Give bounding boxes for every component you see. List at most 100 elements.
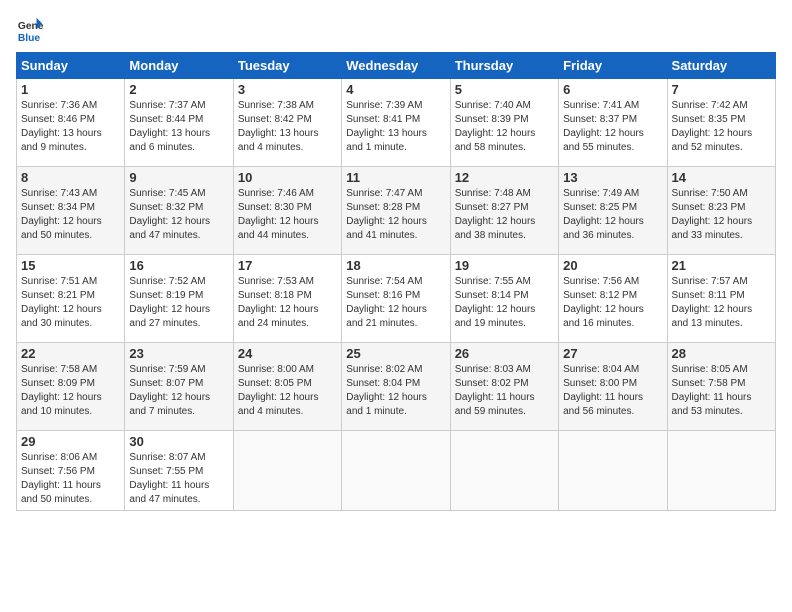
day-number: 21 (672, 258, 771, 273)
day-info: Sunrise: 7:58 AM Sunset: 8:09 PM Dayligh… (21, 363, 120, 419)
day-info: Sunrise: 8:03 AM Sunset: 8:02 PM Dayligh… (455, 363, 554, 419)
calendar-cell: 5 Sunrise: 7:40 AM Sunset: 8:39 PM Daylig… (450, 79, 558, 167)
svg-text:Blue: Blue (18, 33, 41, 44)
day-number: 18 (346, 258, 445, 273)
calendar-cell: 15 Sunrise: 7:51 AM Sunset: 8:21 PM Dayli… (17, 255, 125, 343)
calendar-header-sunday: Sunday (17, 53, 125, 79)
day-info: Sunrise: 7:37 AM Sunset: 8:44 PM Dayligh… (129, 99, 228, 155)
calendar-cell (233, 431, 341, 511)
day-number: 29 (21, 434, 120, 449)
calendar-week-row: 15 Sunrise: 7:51 AM Sunset: 8:21 PM Dayli… (17, 255, 776, 343)
day-info: Sunrise: 7:48 AM Sunset: 8:27 PM Dayligh… (455, 187, 554, 243)
calendar-cell: 12 Sunrise: 7:48 AM Sunset: 8:27 PM Dayli… (450, 167, 558, 255)
day-info: Sunrise: 7:41 AM Sunset: 8:37 PM Dayligh… (563, 99, 662, 155)
day-info: Sunrise: 8:06 AM Sunset: 7:56 PM Dayligh… (21, 451, 120, 507)
day-number: 26 (455, 346, 554, 361)
calendar-cell: 25 Sunrise: 8:02 AM Sunset: 8:04 PM Dayli… (342, 343, 450, 431)
day-number: 4 (346, 82, 445, 97)
day-info: Sunrise: 8:05 AM Sunset: 7:58 PM Dayligh… (672, 363, 771, 419)
day-info: Sunrise: 7:51 AM Sunset: 8:21 PM Dayligh… (21, 275, 120, 331)
day-info: Sunrise: 7:43 AM Sunset: 8:34 PM Dayligh… (21, 187, 120, 243)
day-number: 24 (238, 346, 337, 361)
day-info: Sunrise: 7:56 AM Sunset: 8:12 PM Dayligh… (563, 275, 662, 331)
day-number: 20 (563, 258, 662, 273)
logo: General Blue (16, 16, 48, 44)
day-info: Sunrise: 7:59 AM Sunset: 8:07 PM Dayligh… (129, 363, 228, 419)
day-info: Sunrise: 7:53 AM Sunset: 8:18 PM Dayligh… (238, 275, 337, 331)
calendar-cell (559, 431, 667, 511)
day-number: 3 (238, 82, 337, 97)
day-info: Sunrise: 8:04 AM Sunset: 8:00 PM Dayligh… (563, 363, 662, 419)
day-number: 19 (455, 258, 554, 273)
day-info: Sunrise: 7:47 AM Sunset: 8:28 PM Dayligh… (346, 187, 445, 243)
calendar-cell: 10 Sunrise: 7:46 AM Sunset: 8:30 PM Dayli… (233, 167, 341, 255)
calendar-header-saturday: Saturday (667, 53, 775, 79)
calendar-cell: 1Sunrise: 7:36 AM Sunset: 8:46 PM Daylig… (17, 79, 125, 167)
day-info: Sunrise: 7:49 AM Sunset: 8:25 PM Dayligh… (563, 187, 662, 243)
day-info: Sunrise: 7:54 AM Sunset: 8:16 PM Dayligh… (346, 275, 445, 331)
day-number: 17 (238, 258, 337, 273)
page-header: General Blue (16, 16, 776, 44)
calendar-table: SundayMondayTuesdayWednesdayThursdayFrid… (16, 52, 776, 511)
day-number: 14 (672, 170, 771, 185)
calendar-header-thursday: Thursday (450, 53, 558, 79)
calendar-cell: 20 Sunrise: 7:56 AM Sunset: 8:12 PM Dayli… (559, 255, 667, 343)
calendar-cell: 8Sunrise: 7:43 AM Sunset: 8:34 PM Daylig… (17, 167, 125, 255)
calendar-cell: 9Sunrise: 7:45 AM Sunset: 8:32 PM Daylig… (125, 167, 233, 255)
day-number: 25 (346, 346, 445, 361)
day-number: 16 (129, 258, 228, 273)
day-number: 7 (672, 82, 771, 97)
day-number: 15 (21, 258, 120, 273)
day-info: Sunrise: 8:07 AM Sunset: 7:55 PM Dayligh… (129, 451, 228, 507)
calendar-cell (667, 431, 775, 511)
calendar-cell (450, 431, 558, 511)
calendar-cell: 23 Sunrise: 7:59 AM Sunset: 8:07 PM Dayli… (125, 343, 233, 431)
calendar-cell: 11Sunrise: 7:47 AM Sunset: 8:28 PM Dayli… (342, 167, 450, 255)
calendar-header-friday: Friday (559, 53, 667, 79)
day-info: Sunrise: 7:50 AM Sunset: 8:23 PM Dayligh… (672, 187, 771, 243)
day-info: Sunrise: 7:39 AM Sunset: 8:41 PM Dayligh… (346, 99, 445, 155)
calendar-body: 1Sunrise: 7:36 AM Sunset: 8:46 PM Daylig… (17, 79, 776, 511)
logo-icon: General Blue (16, 16, 44, 44)
calendar-cell: 27 Sunrise: 8:04 AM Sunset: 8:00 PM Dayli… (559, 343, 667, 431)
day-number: 27 (563, 346, 662, 361)
calendar-header-wednesday: Wednesday (342, 53, 450, 79)
day-number: 23 (129, 346, 228, 361)
day-number: 28 (672, 346, 771, 361)
calendar-cell: 30Sunrise: 8:07 AM Sunset: 7:55 PM Dayli… (125, 431, 233, 511)
day-number: 2 (129, 82, 228, 97)
calendar-cell: 13 Sunrise: 7:49 AM Sunset: 8:25 PM Dayli… (559, 167, 667, 255)
calendar-cell: 24Sunrise: 8:00 AM Sunset: 8:05 PM Dayli… (233, 343, 341, 431)
day-number: 22 (21, 346, 120, 361)
day-info: Sunrise: 7:46 AM Sunset: 8:30 PM Dayligh… (238, 187, 337, 243)
calendar-week-row: 8Sunrise: 7:43 AM Sunset: 8:34 PM Daylig… (17, 167, 776, 255)
calendar-week-row: 1Sunrise: 7:36 AM Sunset: 8:46 PM Daylig… (17, 79, 776, 167)
calendar-week-row: 29 Sunrise: 8:06 AM Sunset: 7:56 PM Dayli… (17, 431, 776, 511)
calendar-cell: 17 Sunrise: 7:53 AM Sunset: 8:18 PM Dayli… (233, 255, 341, 343)
calendar-cell: 7Sunrise: 7:42 AM Sunset: 8:35 PM Daylig… (667, 79, 775, 167)
calendar-header-row: SundayMondayTuesdayWednesdayThursdayFrid… (17, 53, 776, 79)
day-info: Sunrise: 8:02 AM Sunset: 8:04 PM Dayligh… (346, 363, 445, 419)
day-number: 5 (455, 82, 554, 97)
calendar-cell: 18 Sunrise: 7:54 AM Sunset: 8:16 PM Dayli… (342, 255, 450, 343)
day-info: Sunrise: 7:57 AM Sunset: 8:11 PM Dayligh… (672, 275, 771, 331)
calendar-cell: 16 Sunrise: 7:52 AM Sunset: 8:19 PM Dayli… (125, 255, 233, 343)
day-info: Sunrise: 7:38 AM Sunset: 8:42 PM Dayligh… (238, 99, 337, 155)
calendar-cell: 2 Sunrise: 7:37 AM Sunset: 8:44 PM Daylig… (125, 79, 233, 167)
day-info: Sunrise: 7:40 AM Sunset: 8:39 PM Dayligh… (455, 99, 554, 155)
calendar-cell: 14 Sunrise: 7:50 AM Sunset: 8:23 PM Dayli… (667, 167, 775, 255)
calendar-cell: 19 Sunrise: 7:55 AM Sunset: 8:14 PM Dayli… (450, 255, 558, 343)
day-info: Sunrise: 7:52 AM Sunset: 8:19 PM Dayligh… (129, 275, 228, 331)
calendar-cell: 22 Sunrise: 7:58 AM Sunset: 8:09 PM Dayli… (17, 343, 125, 431)
calendar-cell (342, 431, 450, 511)
calendar-cell: 4 Sunrise: 7:39 AM Sunset: 8:41 PM Daylig… (342, 79, 450, 167)
day-number: 13 (563, 170, 662, 185)
calendar-week-row: 22 Sunrise: 7:58 AM Sunset: 8:09 PM Dayli… (17, 343, 776, 431)
day-number: 12 (455, 170, 554, 185)
day-number: 9 (129, 170, 228, 185)
calendar-cell: 28 Sunrise: 8:05 AM Sunset: 7:58 PM Dayli… (667, 343, 775, 431)
day-number: 10 (238, 170, 337, 185)
day-info: Sunrise: 7:55 AM Sunset: 8:14 PM Dayligh… (455, 275, 554, 331)
day-number: 6 (563, 82, 662, 97)
calendar-cell: 29 Sunrise: 8:06 AM Sunset: 7:56 PM Dayli… (17, 431, 125, 511)
